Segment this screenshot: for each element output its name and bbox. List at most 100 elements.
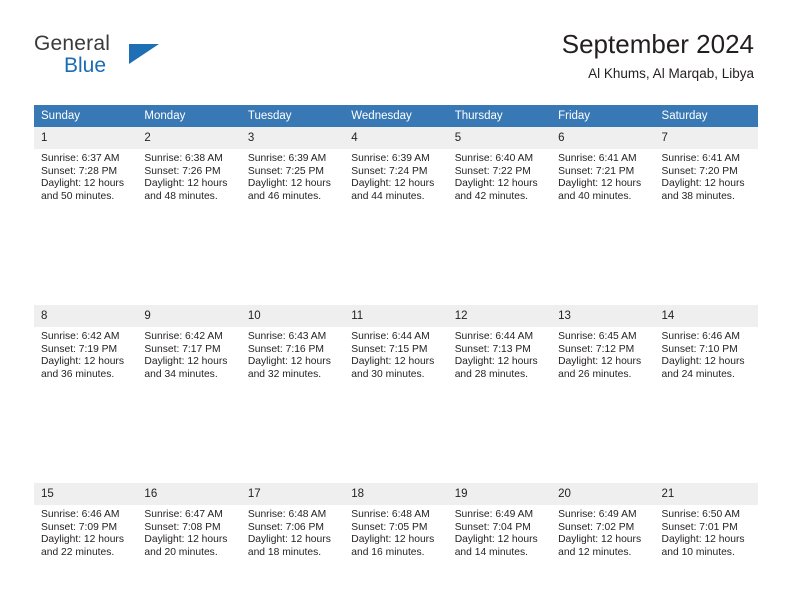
weekday-header-friday: Friday <box>551 105 655 127</box>
sunrise-text: Sunrise: 6:41 AM <box>661 153 740 164</box>
sunset-text: Sunset: 7:06 PM <box>247 521 324 533</box>
sunrise-text: Sunrise: 6:42 AM <box>41 331 120 342</box>
calendar-day-cell[interactable]: 21 Sunrise: 6:50 AM Sunset: 7:01 PM Dayligh… <box>654 483 758 572</box>
day-details: Sunrise: 6:43 AM Sunset: 7:16 PM Daylight:… <box>241 327 344 381</box>
daylight-text-line2: and 10 minutes. <box>661 546 735 558</box>
daylight-text-line1: Daylight: 12 hours <box>661 178 745 190</box>
week-row-divider <box>34 572 758 612</box>
calendar-day-cell[interactable]: 9 Sunrise: 6:42 AM Sunset: 7:17 PM Daylight… <box>137 305 241 394</box>
sunset-text: Sunset: 7:20 PM <box>661 165 738 177</box>
calendar-day-cell[interactable]: 2 Sunrise: 6:38 AM Sunset: 7:26 PM Daylight… <box>137 127 241 216</box>
calendar-table: Sunday Monday Tuesday Wednesday Thursday… <box>34 105 758 612</box>
calendar-day-cell[interactable]: 10 Sunrise: 6:43 AM Sunset: 7:16 PM Dayligh… <box>240 305 345 394</box>
sunrise-text: Sunrise: 6:49 AM <box>558 509 637 520</box>
day-details: Sunrise: 6:49 AM Sunset: 7:04 PM Daylight:… <box>448 505 551 559</box>
calendar-day-cell[interactable]: 7 Sunrise: 6:41 AM Sunset: 7:20 PM Daylight… <box>654 127 758 216</box>
day-cell-inner: 6 Sunrise: 6:41 AM Sunset: 7:21 PM Daylight… <box>551 127 655 216</box>
calendar-day-cell[interactable]: 12 Sunrise: 6:44 AM Sunset: 7:13 PM Dayligh… <box>447 305 552 394</box>
weekday-header-wednesday: Wednesday <box>344 105 448 127</box>
daylight-text-line2: and 28 minutes. <box>454 368 528 380</box>
daylight-text-line1: Daylight: 12 hours <box>144 178 228 190</box>
calendar-day-cell[interactable]: 18 Sunrise: 6:48 AM Sunset: 7:05 PM Dayligh… <box>344 483 448 572</box>
sunset-text: Sunset: 7:28 PM <box>41 165 118 177</box>
daylight-text-line2: and 34 minutes. <box>144 368 218 380</box>
daylight-text-line2: and 16 minutes. <box>351 546 425 558</box>
sunrise-text: Sunrise: 6:42 AM <box>144 331 223 342</box>
day-cell-inner: 3 Sunrise: 6:39 AM Sunset: 7:25 PM Daylight… <box>240 127 345 216</box>
calendar-day-cell[interactable]: 5 Sunrise: 6:40 AM Sunset: 7:22 PM Daylight… <box>447 127 552 216</box>
daylight-text-line2: and 26 minutes. <box>558 368 632 380</box>
week-row-divider <box>34 216 758 305</box>
day-cell-inner: 12 Sunrise: 6:44 AM Sunset: 7:13 PM Dayligh… <box>447 305 552 394</box>
day-number: 8 <box>34 305 138 327</box>
sunrise-text: Sunrise: 6:46 AM <box>661 331 740 342</box>
daylight-text-line2: and 40 minutes. <box>558 190 632 202</box>
daylight-text-line2: and 50 minutes. <box>41 190 115 202</box>
calendar-day-cell[interactable]: 3 Sunrise: 6:39 AM Sunset: 7:25 PM Daylight… <box>240 127 345 216</box>
calendar-day-cell[interactable]: 17 Sunrise: 6:48 AM Sunset: 7:06 PM Dayligh… <box>240 483 345 572</box>
sunset-text: Sunset: 7:21 PM <box>558 165 635 177</box>
sunrise-text: Sunrise: 6:39 AM <box>351 153 430 164</box>
daylight-text-line2: and 46 minutes. <box>247 190 322 202</box>
daylight-text-line2: and 36 minutes. <box>41 368 115 380</box>
calendar-day-cell[interactable]: 6 Sunrise: 6:41 AM Sunset: 7:21 PM Daylight… <box>551 127 655 216</box>
weekday-header-saturday: Saturday <box>654 105 758 127</box>
calendar-day-cell[interactable]: 15 Sunrise: 6:46 AM Sunset: 7:09 PM Dayligh… <box>34 483 138 572</box>
daylight-text-line2: and 22 minutes. <box>41 546 115 558</box>
day-details: Sunrise: 6:49 AM Sunset: 7:02 PM Daylight:… <box>551 505 654 559</box>
day-cell-inner: 13 Sunrise: 6:45 AM Sunset: 7:12 PM Dayligh… <box>551 305 655 394</box>
daylight-text-line2: and 48 minutes. <box>144 190 218 202</box>
calendar-day-cell[interactable]: 20 Sunrise: 6:49 AM Sunset: 7:02 PM Dayligh… <box>551 483 655 572</box>
daylight-text-line1: Daylight: 12 hours <box>41 178 124 190</box>
calendar-day-cell[interactable]: 8 Sunrise: 6:42 AM Sunset: 7:19 PM Daylight… <box>34 305 138 394</box>
calendar-day-cell[interactable]: 1 Sunrise: 6:37 AM Sunset: 7:28 PM Daylight… <box>34 127 138 216</box>
day-number: 6 <box>551 127 655 149</box>
daylight-text-line2: and 30 minutes. <box>351 368 425 380</box>
calendar-week-row: 15 Sunrise: 6:46 AM Sunset: 7:09 PM Dayligh… <box>34 483 758 572</box>
sunset-text: Sunset: 7:02 PM <box>558 521 635 533</box>
week-row-divider <box>34 394 758 483</box>
sunset-text: Sunset: 7:19 PM <box>41 343 118 355</box>
page-subtitle: Al Khums, Al Marqab, Libya <box>588 66 754 81</box>
day-cell-inner: 1 Sunrise: 6:37 AM Sunset: 7:28 PM Daylight… <box>34 127 138 216</box>
day-number: 20 <box>551 483 655 505</box>
daylight-text-line2: and 18 minutes. <box>247 546 322 558</box>
daylight-text-line1: Daylight: 12 hours <box>351 356 435 368</box>
day-cell-inner: 15 Sunrise: 6:46 AM Sunset: 7:09 PM Dayligh… <box>34 483 138 572</box>
day-details: Sunrise: 6:48 AM Sunset: 7:06 PM Daylight:… <box>241 505 344 559</box>
sunset-text: Sunset: 7:16 PM <box>247 343 324 355</box>
sunrise-text: Sunrise: 6:39 AM <box>247 153 327 164</box>
day-details: Sunrise: 6:46 AM Sunset: 7:10 PM Daylight:… <box>655 327 758 381</box>
weekday-header-tuesday: Tuesday <box>240 105 345 127</box>
sunset-text: Sunset: 7:12 PM <box>558 343 635 355</box>
day-details: Sunrise: 6:48 AM Sunset: 7:05 PM Daylight:… <box>344 505 447 559</box>
day-number: 1 <box>34 127 138 149</box>
sunset-text: Sunset: 7:05 PM <box>351 521 428 533</box>
day-details: Sunrise: 6:39 AM Sunset: 7:24 PM Daylight:… <box>344 149 447 203</box>
day-cell-inner: 16 Sunrise: 6:47 AM Sunset: 7:08 PM Dayligh… <box>137 483 241 572</box>
day-number: 11 <box>344 305 448 327</box>
week-row-divider-cell <box>34 572 758 612</box>
calendar-day-cell[interactable]: 11 Sunrise: 6:44 AM Sunset: 7:15 PM Dayligh… <box>344 305 448 394</box>
sunset-text: Sunset: 7:25 PM <box>247 165 324 177</box>
sunrise-text: Sunrise: 6:41 AM <box>558 153 637 164</box>
day-number: 12 <box>447 305 552 327</box>
calendar-day-cell[interactable]: 13 Sunrise: 6:45 AM Sunset: 7:12 PM Dayligh… <box>551 305 655 394</box>
sunrise-text: Sunrise: 6:48 AM <box>247 509 327 520</box>
calendar-day-cell[interactable]: 19 Sunrise: 6:49 AM Sunset: 7:04 PM Dayligh… <box>447 483 552 572</box>
sunrise-text: Sunrise: 6:38 AM <box>144 153 223 164</box>
calendar-day-cell[interactable]: 4 Sunrise: 6:39 AM Sunset: 7:24 PM Daylight… <box>344 127 448 216</box>
calendar-day-cell[interactable]: 14 Sunrise: 6:46 AM Sunset: 7:10 PM Dayligh… <box>654 305 758 394</box>
day-cell-inner: 14 Sunrise: 6:46 AM Sunset: 7:10 PM Dayligh… <box>654 305 758 394</box>
day-details: Sunrise: 6:44 AM Sunset: 7:13 PM Daylight:… <box>448 327 551 381</box>
day-details: Sunrise: 6:46 AM Sunset: 7:09 PM Daylight:… <box>34 505 137 559</box>
calendar-day-cell[interactable]: 16 Sunrise: 6:47 AM Sunset: 7:08 PM Dayligh… <box>137 483 241 572</box>
brand-logo[interactable]: General Blue <box>34 33 254 81</box>
daylight-text-line1: Daylight: 12 hours <box>247 178 331 190</box>
day-details: Sunrise: 6:45 AM Sunset: 7:12 PM Daylight:… <box>551 327 654 381</box>
sunrise-text: Sunrise: 6:48 AM <box>351 509 430 520</box>
day-cell-inner: 2 Sunrise: 6:38 AM Sunset: 7:26 PM Daylight… <box>137 127 241 216</box>
sunrise-text: Sunrise: 6:37 AM <box>41 153 120 164</box>
sunset-text: Sunset: 7:17 PM <box>144 343 221 355</box>
sunset-text: Sunset: 7:10 PM <box>661 343 738 355</box>
